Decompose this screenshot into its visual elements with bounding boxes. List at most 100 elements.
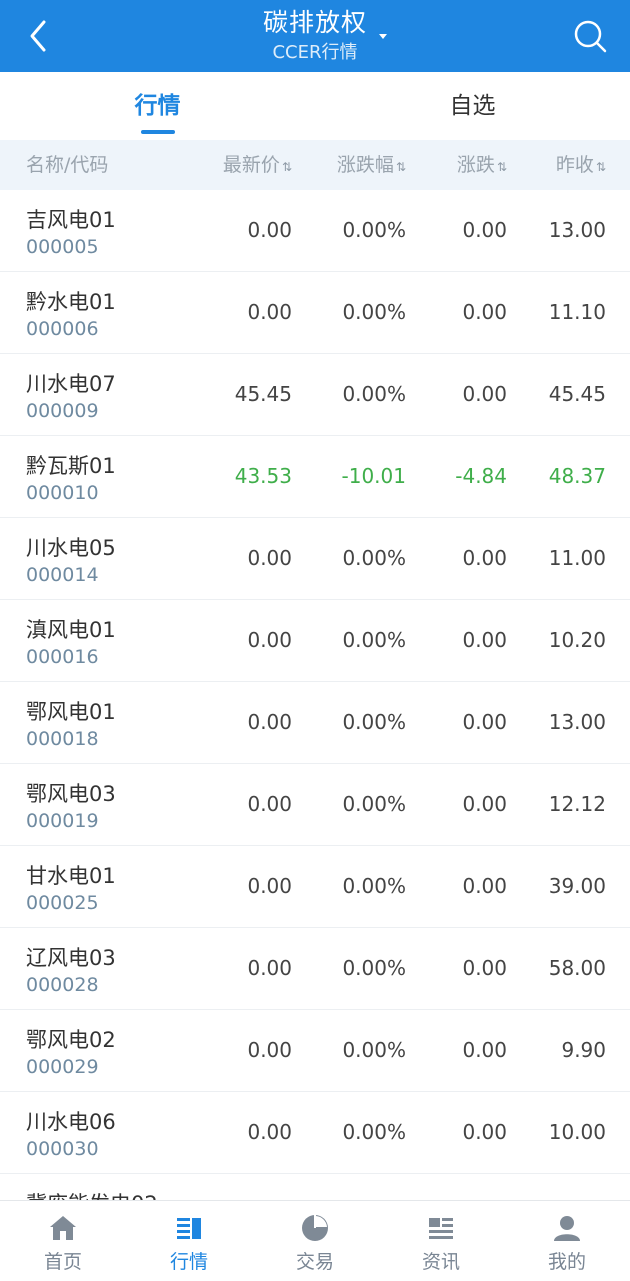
- active-tab-indicator: [141, 130, 175, 134]
- instrument-code: 000018: [26, 728, 99, 750]
- change-pct: 0.00%: [342, 1120, 406, 1144]
- change-value: 0.00: [462, 218, 507, 242]
- prev-close: 12.12: [548, 792, 606, 816]
- sort-icon: ⇅: [281, 160, 292, 174]
- sort-icon: ⇅: [395, 160, 406, 174]
- instrument-name: 冀废能发电02: [26, 1188, 158, 1200]
- tab-bar: 行情 自选: [0, 72, 630, 140]
- prev-close: 9.90: [561, 1038, 606, 1062]
- market-selector[interactable]: 碳排放权 CCER行情: [0, 6, 630, 66]
- instrument-name: 吉风电01: [26, 208, 116, 232]
- prev-close: 10.20: [548, 628, 606, 652]
- instrument-name: 滇风电01: [26, 618, 116, 642]
- page-subtitle: CCER行情: [272, 42, 358, 63]
- quote-row[interactable]: 甘水电01 000025 0.00 0.00% 0.00 39.00: [0, 846, 630, 928]
- quote-row[interactable]: 川水电05 000014 0.00 0.00% 0.00 11.00: [0, 518, 630, 600]
- instrument-name: 川水电07: [26, 372, 116, 396]
- instrument-name: 鄂风电03: [26, 782, 116, 806]
- col-prev-close[interactable]: 昨收 ⇅: [556, 140, 606, 192]
- instrument-code: 000028: [26, 974, 99, 996]
- home-icon: [50, 1216, 76, 1240]
- change-pct: 0.00%: [342, 546, 406, 570]
- change-pct: 0.00%: [342, 874, 406, 898]
- change-pct: 0.00%: [342, 300, 406, 324]
- change-pct: 0.00%: [342, 792, 406, 816]
- nav-news[interactable]: 资讯: [378, 1201, 504, 1281]
- change-pct: -10.01: [341, 464, 406, 488]
- quote-row[interactable]: 鄂风电02 000029 0.00 0.00% 0.00 9.90: [0, 1010, 630, 1092]
- sort-icon: ⇅: [496, 160, 507, 174]
- change-pct: 0.00%: [342, 628, 406, 652]
- nav-trade-label: 交易: [295, 1251, 334, 1273]
- prev-close: 11.10: [548, 300, 606, 324]
- prev-close: 13.00: [548, 218, 606, 242]
- prev-close: 11.00: [548, 546, 606, 570]
- search-button[interactable]: [568, 14, 612, 58]
- col-latest-price-label: 最新价: [222, 154, 280, 176]
- change-value: 0.00: [462, 546, 507, 570]
- instrument-name: 辽风电03: [26, 946, 116, 970]
- col-change[interactable]: 涨跌 ⇅: [457, 140, 507, 192]
- sort-icon: ⇅: [595, 160, 606, 174]
- quote-row[interactable]: 辽风电03 000028 0.00 0.00% 0.00 58.00: [0, 928, 630, 1010]
- quote-row[interactable]: 黔水电01 000006 0.00 0.00% 0.00 11.10: [0, 272, 630, 354]
- nav-market[interactable]: 行情: [126, 1201, 252, 1281]
- caret-down-icon[interactable]: [379, 34, 387, 39]
- quote-row[interactable]: 川水电06 000030 0.00 0.00% 0.00 10.00: [0, 1092, 630, 1174]
- nav-trade[interactable]: 交易: [252, 1201, 378, 1281]
- quote-row[interactable]: 冀废能发电02: [0, 1174, 630, 1200]
- quote-row[interactable]: 滇风电01 000016 0.00 0.00% 0.00 10.20: [0, 600, 630, 682]
- tab-watchlist[interactable]: 自选: [315, 72, 630, 140]
- market-icon: [177, 1218, 201, 1239]
- profile-icon: [554, 1216, 580, 1241]
- col-name-code-label: 名称/代码: [26, 154, 109, 176]
- col-change-pct[interactable]: 涨跌幅 ⇅: [337, 140, 406, 192]
- quote-row[interactable]: 鄂风电01 000018 0.00 0.00% 0.00 13.00: [0, 682, 630, 764]
- instrument-name: 黔瓦斯01: [26, 454, 116, 478]
- instrument-code: 000016: [26, 646, 99, 668]
- change-value: 0.00: [462, 1120, 507, 1144]
- instrument-name: 川水电06: [26, 1110, 116, 1134]
- prev-close: 10.00: [548, 1120, 606, 1144]
- instrument-name: 甘水电01: [26, 864, 116, 888]
- column-header: 名称/代码 最新价 ⇅ 涨跌幅 ⇅ 涨跌 ⇅ 昨收 ⇅: [0, 140, 630, 190]
- instrument-code: 000005: [26, 236, 99, 258]
- instrument-code: 000030: [26, 1138, 99, 1160]
- prev-close: 39.00: [548, 874, 606, 898]
- bottom-nav: 首页 行情 交易 资讯 我的: [0, 1200, 630, 1281]
- quote-row[interactable]: 黔瓦斯01 000010 43.53 -10.01 -4.84 48.37: [0, 436, 630, 518]
- instrument-code: 000010: [26, 482, 99, 504]
- latest-price: 0.00: [247, 710, 292, 734]
- latest-price: 0.00: [247, 628, 292, 652]
- change-pct: 0.00%: [342, 382, 406, 406]
- news-icon: [429, 1218, 453, 1239]
- change-value: 0.00: [462, 628, 507, 652]
- col-latest-price[interactable]: 最新价 ⇅: [223, 140, 292, 192]
- instrument-code: 000019: [26, 810, 99, 832]
- nav-home-label: 首页: [43, 1251, 82, 1273]
- change-value: 0.00: [462, 300, 507, 324]
- instrument-code: 000029: [26, 1056, 99, 1078]
- change-pct: 0.00%: [342, 710, 406, 734]
- nav-home[interactable]: 首页: [0, 1201, 126, 1281]
- prev-close: 58.00: [548, 956, 606, 980]
- search-icon: [574, 20, 607, 53]
- instrument-code: 000014: [26, 564, 99, 586]
- nav-profile-label: 我的: [547, 1251, 586, 1273]
- quote-row[interactable]: 鄂风电03 000019 0.00 0.00% 0.00 12.12: [0, 764, 630, 846]
- col-name-code: 名称/代码: [26, 140, 108, 190]
- latest-price: 0.00: [247, 218, 292, 242]
- change-value: 0.00: [462, 874, 507, 898]
- nav-profile[interactable]: 我的: [504, 1201, 630, 1281]
- instrument-name: 鄂风电01: [26, 700, 116, 724]
- page-title: 碳排放权: [262, 8, 367, 37]
- quote-row[interactable]: 吉风电01 000005 0.00 0.00% 0.00 13.00: [0, 190, 630, 272]
- instrument-code: 000006: [26, 318, 99, 340]
- latest-price: 43.53: [234, 464, 292, 488]
- change-pct: 0.00%: [342, 218, 406, 242]
- quote-list[interactable]: 吉风电01 000005 0.00 0.00% 0.00 13.00 黔水电01…: [0, 190, 630, 1200]
- latest-price: 0.00: [247, 546, 292, 570]
- change-pct: 0.00%: [342, 956, 406, 980]
- quote-row[interactable]: 川水电07 000009 45.45 0.00% 0.00 45.45: [0, 354, 630, 436]
- change-value: 0.00: [462, 382, 507, 406]
